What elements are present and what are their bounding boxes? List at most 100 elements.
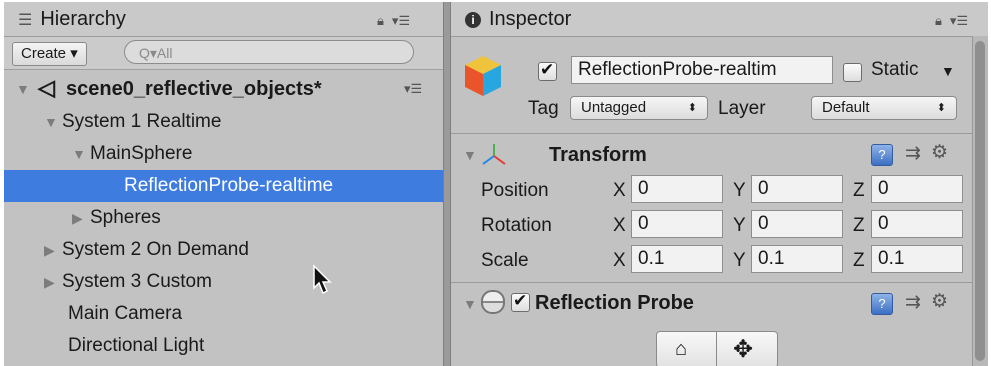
lock-icon[interactable]: 🔒︎ (935, 13, 942, 29)
object-name-input[interactable]: ReflectionProbe-realtim (571, 56, 833, 84)
tree-item-label: System 2 On Demand (62, 239, 249, 260)
layer-dropdown[interactable]: Default ⬍ (811, 96, 957, 120)
expand-triangle-icon[interactable]: ▼ (16, 81, 34, 97)
preset-sliders-icon[interactable]: ⇉ (905, 291, 921, 314)
help-book-icon[interactable]: ? (871, 144, 893, 166)
tree-item-reflectionprobe-selected[interactable]: ReflectionProbe-realtime (4, 170, 443, 202)
tab-menu-icon[interactable]: ▾☰ (392, 13, 410, 29)
scale-label: Scale (481, 250, 529, 271)
inspector-scrollbar[interactable] (972, 36, 988, 366)
collapsed-triangle-icon[interactable]: ▶ (44, 266, 62, 298)
lock-icon[interactable]: 🔒︎ (377, 13, 384, 29)
hierarchy-search-input[interactable]: Q▾All (124, 40, 414, 64)
updown-arrow-icon: ⬍ (687, 102, 697, 114)
expand-triangle-icon[interactable]: ▼ (463, 147, 477, 163)
tree-item-system1[interactable]: ▼ System 1 Realtime (44, 106, 221, 138)
expand-triangle-icon[interactable]: ▼ (72, 138, 90, 170)
reflection-probe-header[interactable]: ▼ Reflection Probe ? ⇉ ⚙ (451, 287, 988, 321)
rotation-y-field[interactable]: 0 (751, 210, 843, 238)
position-z-field[interactable]: 0 (871, 175, 963, 203)
tree-item-label: ReflectionProbe-realtime (124, 175, 334, 196)
tree-item-label: System 3 Custom (62, 271, 212, 292)
settings-gear-icon[interactable]: ⚙ (931, 290, 948, 313)
rotation-label: Rotation (481, 215, 552, 236)
transform-header[interactable]: ▼ Transform ? ⇉ ⚙ (451, 138, 988, 172)
scrollbar-thumb[interactable] (975, 41, 985, 361)
divider (451, 282, 988, 283)
reflection-probe-icon (481, 290, 505, 314)
create-button[interactable]: Create ▾ (12, 42, 87, 66)
tree-item-label: MainSphere (90, 143, 193, 164)
reflection-probe-title: Reflection Probe (535, 292, 694, 314)
y-axis-label: Y (733, 250, 746, 271)
tree-item-mainsphere[interactable]: ▼ MainSphere (72, 138, 192, 170)
scale-x-field[interactable]: 0.1 (631, 245, 723, 273)
info-icon: i (465, 11, 481, 28)
tree-item-system3[interactable]: ▶ System 3 Custom (44, 266, 212, 298)
tree-item-label: Directional Light (68, 335, 205, 356)
updown-arrow-icon: ⬍ (936, 102, 946, 114)
probe-edit-toolbar: ⌂ ✥ (656, 331, 778, 366)
tab-menu-icon[interactable]: ▾☰ (950, 13, 968, 29)
z-axis-label: Z (853, 180, 865, 201)
z-axis-label: Z (853, 215, 865, 236)
rotation-z-field[interactable]: 0 (871, 210, 963, 238)
layer-label: Layer (718, 98, 766, 119)
active-checkbox[interactable] (538, 60, 557, 81)
tree-item-spheres[interactable]: ▶ Spheres (72, 202, 161, 234)
help-book-icon[interactable]: ? (871, 293, 893, 315)
static-checkbox[interactable] (843, 63, 862, 82)
tree-item-label: System 1 Realtime (62, 111, 222, 132)
rotation-x-field[interactable]: 0 (631, 210, 723, 238)
editor-window: ☰ Hierarchy 🔒︎ ▾☰ Create ▾ Q▾All ▼ ◁ sce… (4, 2, 988, 366)
position-x-field[interactable]: 0 (631, 175, 723, 203)
panel-splitter[interactable] (443, 2, 451, 366)
y-axis-label: Y (733, 180, 746, 201)
inspector-tab-title: Inspector (489, 8, 572, 30)
collapsed-triangle-icon[interactable]: ▶ (44, 234, 62, 266)
transform-axes-icon (482, 144, 506, 165)
y-axis-label: Y (733, 215, 746, 236)
hierarchy-tab-title: Hierarchy (40, 8, 126, 30)
inspector-panel: i Inspector 🔒︎ ▾☰ ReflectionProbe-realti… (451, 2, 988, 366)
layer-value: Default (822, 99, 870, 116)
inspector-tab[interactable]: i Inspector 🔒︎ ▾☰ (451, 2, 988, 37)
tree-item-label: Main Camera (68, 303, 183, 324)
tag-value: Untagged (581, 99, 647, 116)
static-label: Static (871, 59, 919, 80)
preset-sliders-icon[interactable]: ⇉ (905, 142, 921, 165)
expand-triangle-icon[interactable]: ▼ (44, 106, 62, 138)
edit-bounds-icon[interactable]: ⌂ (675, 338, 687, 361)
scale-y-field[interactable]: 0.1 (751, 245, 843, 273)
hierarchy-toolbar: Create ▾ Q▾All (4, 37, 443, 70)
tree-item-directional-light[interactable]: Directional Light (68, 330, 204, 362)
divider (451, 133, 988, 134)
scene-menu-icon[interactable]: ▾☰ (404, 81, 422, 97)
position-y-field[interactable]: 0 (751, 175, 843, 203)
hierarchy-list-icon: ☰ (18, 11, 33, 29)
scene-name: scene0_reflective_objects* (66, 78, 322, 100)
expand-triangle-icon[interactable]: ▼ (463, 296, 477, 312)
mouse-cursor-icon (313, 264, 332, 295)
tree-item-system2[interactable]: ▶ System 2 On Demand (44, 234, 249, 266)
hierarchy-tab[interactable]: ☰ Hierarchy 🔒︎ ▾☰ (4, 2, 444, 37)
gameobject-cube-icon (465, 56, 501, 96)
tree-item-label: Spheres (90, 207, 161, 228)
x-axis-label: X (613, 180, 626, 201)
transform-title: Transform (549, 144, 647, 166)
scale-z-field[interactable]: 0.1 (871, 245, 963, 273)
static-dropdown-arrow-icon[interactable]: ▼ (941, 63, 955, 79)
tree-item-main-camera[interactable]: Main Camera (68, 298, 182, 330)
move-origin-icon[interactable]: ✥ (733, 335, 753, 364)
scene-row[interactable]: ▼ ◁ scene0_reflective_objects* ▾☰ (4, 72, 443, 106)
x-axis-label: X (613, 250, 626, 271)
x-axis-label: X (613, 215, 626, 236)
collapsed-triangle-icon[interactable]: ▶ (72, 202, 90, 234)
unity-scene-icon: ◁ (38, 75, 55, 100)
hierarchy-panel: ☰ Hierarchy 🔒︎ ▾☰ Create ▾ Q▾All ▼ ◁ sce… (4, 2, 444, 366)
position-label: Position (481, 180, 549, 201)
tag-label: Tag (528, 98, 559, 119)
reflection-probe-enabled-checkbox[interactable] (511, 291, 530, 312)
settings-gear-icon[interactable]: ⚙ (931, 141, 948, 164)
tag-dropdown[interactable]: Untagged ⬍ (570, 96, 708, 120)
